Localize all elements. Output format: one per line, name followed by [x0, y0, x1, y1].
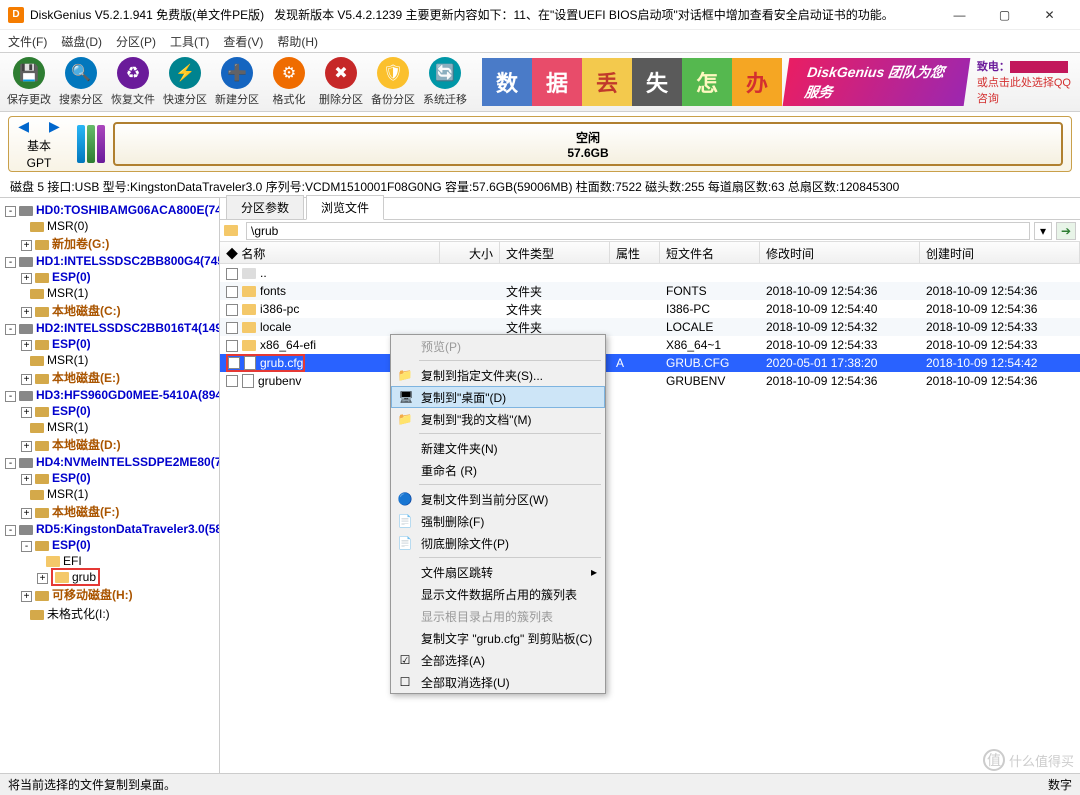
tree-grub-highlight[interactable]: grub	[51, 568, 100, 586]
disk-scheme-label: GPT	[27, 156, 52, 170]
path-input[interactable]	[246, 222, 1030, 240]
status-right: 数字	[1048, 776, 1072, 793]
file-row[interactable]: ..	[220, 264, 1080, 282]
close-button[interactable]: ✕	[1027, 0, 1072, 30]
tb-quick-partition[interactable]: ⚡快速分区	[160, 54, 210, 110]
right-panel: 分区参数 浏览文件 ▾ ➔ ◆ 名称 大小 文件类型 属性 短文件名 修改时间 …	[220, 198, 1080, 773]
device-tree[interactable]: -HD0:TOSHIBAMG06ACA800E(7452GB) MSR(0) +…	[0, 198, 220, 773]
path-bar: ▾ ➔	[220, 220, 1080, 242]
context-item[interactable]: 📁复制到指定文件夹(S)...	[391, 364, 605, 386]
context-item[interactable]: 📁复制到"我的文档"(M)	[391, 408, 605, 430]
context-item[interactable]: 📄强制删除(F)	[391, 510, 605, 532]
banner-contact[interactable]: 致电：000 或点击此处选择QQ咨询	[977, 58, 1076, 106]
context-item[interactable]: 📄彻底删除文件(P)	[391, 532, 605, 554]
menu-disk[interactable]: 磁盘(D)	[61, 33, 102, 50]
partition-leds[interactable]	[77, 122, 105, 166]
file-row[interactable]: locale文件夹LOCALE2018-10-09 12:54:322018-1…	[220, 318, 1080, 336]
window-title: DiskGenius V5.2.1.941 免费版(单文件PE版) 发现新版本 …	[30, 6, 937, 23]
prev-disk-icon[interactable]: ◀	[18, 118, 29, 135]
context-item[interactable]: 🖥复制到"桌面"(D)	[391, 386, 605, 408]
status-text: 将当前选择的文件复制到桌面。	[8, 776, 176, 793]
context-item[interactable]: 重命名 (R)	[391, 459, 605, 481]
menu-help[interactable]: 帮助(H)	[277, 33, 318, 50]
toolbar: 💾保存更改 🔍搜索分区 ♻恢复文件 ⚡快速分区 ➕新建分区 ⚙格式化 ✖删除分区…	[0, 52, 1080, 112]
tb-new-partition[interactable]: ➕新建分区	[212, 54, 262, 110]
menu-tools[interactable]: 工具(T)	[170, 33, 209, 50]
disk-info-line: 磁盘 5 接口:USB 型号:KingstonDataTraveler3.0 序…	[0, 176, 1080, 197]
context-item[interactable]: 显示文件数据所占用的簇列表	[391, 583, 605, 605]
banner-slogan: DiskGenius 团队为您服务	[783, 58, 971, 106]
context-item[interactable]: 新建文件夹(N)	[391, 437, 605, 459]
tb-save[interactable]: 💾保存更改	[4, 54, 54, 110]
menu-file[interactable]: 文件(F)	[8, 33, 47, 50]
minimize-button[interactable]: ―	[937, 0, 982, 30]
folder-icon	[224, 225, 238, 236]
app-icon: D	[8, 7, 24, 23]
context-menu[interactable]: 预览(P) 📁复制到指定文件夹(S)...🖥复制到"桌面"(D)📁复制到"我的文档…	[390, 334, 606, 694]
menu-partition[interactable]: 分区(P)	[116, 33, 156, 50]
path-dropdown-icon[interactable]: ▾	[1034, 222, 1052, 240]
file-row[interactable]: grubenvGRUBENV2018-10-09 12:54:362018-10…	[220, 372, 1080, 390]
context-item: 显示根目录占用的簇列表	[391, 605, 605, 627]
status-bar: 将当前选择的文件复制到桌面。 数字	[0, 773, 1080, 795]
tab-browse-files[interactable]: 浏览文件	[306, 195, 384, 220]
tb-recover[interactable]: ♻恢复文件	[108, 54, 158, 110]
context-item[interactable]: ☐全部取消选择(U)	[391, 671, 605, 693]
context-item[interactable]: ☑全部选择(A)	[391, 649, 605, 671]
file-row[interactable]: x86_64-efi文件夹X86_64~12018-10-09 12:54:33…	[220, 336, 1080, 354]
file-list[interactable]: ..fonts文件夹FONTS2018-10-09 12:54:362018-1…	[220, 264, 1080, 773]
context-item[interactable]: 文件扇区跳转▸	[391, 561, 605, 583]
disk-type-label: 基本	[27, 137, 51, 154]
context-item[interactable]: 复制文字 "grub.cfg" 到剪贴板(C)	[391, 627, 605, 649]
menubar: 文件(F) 磁盘(D) 分区(P) 工具(T) 查看(V) 帮助(H)	[0, 30, 1080, 52]
file-columns-header[interactable]: ◆ 名称 大小 文件类型 属性 短文件名 修改时间 创建时间	[220, 242, 1080, 264]
tb-search-partition[interactable]: 🔍搜索分区	[56, 54, 106, 110]
tabs: 分区参数 浏览文件	[220, 198, 1080, 220]
tb-delete-partition[interactable]: ✖删除分区	[316, 54, 366, 110]
free-space-area[interactable]: 空闲 57.6GB	[113, 122, 1063, 166]
file-row[interactable]: fonts文件夹FONTS2018-10-09 12:54:362018-10-…	[220, 282, 1080, 300]
titlebar: D DiskGenius V5.2.1.941 免费版(单文件PE版) 发现新版…	[0, 0, 1080, 30]
context-item: 预览(P)	[391, 335, 605, 357]
tb-backup-partition[interactable]: 🛡备份分区	[368, 54, 418, 110]
menu-view[interactable]: 查看(V)	[223, 33, 263, 50]
tb-system-migrate[interactable]: 🔄系统迁移	[420, 54, 470, 110]
context-item[interactable]: 🔵复制文件到当前分区(W)	[391, 488, 605, 510]
file-row[interactable]: grub.cfg4.6KB.cfg 文件AGRUB.CFG2020-05-01 …	[220, 354, 1080, 372]
maximize-button[interactable]: ▢	[982, 0, 1027, 30]
file-row[interactable]: i386-pc文件夹I386-PC2018-10-09 12:54:402018…	[220, 300, 1080, 318]
banner: 数据丢失怎办 DiskGenius 团队为您服务 致电：000 或点击此处选择Q…	[482, 56, 1076, 108]
tb-format[interactable]: ⚙格式化	[264, 54, 314, 110]
path-go-button[interactable]: ➔	[1056, 222, 1076, 240]
tab-partition-params[interactable]: 分区参数	[226, 195, 304, 219]
disk-layout-bar: ◀ ▶ 基本 GPT 空闲 57.6GB	[8, 116, 1072, 172]
next-disk-icon[interactable]: ▶	[49, 118, 60, 135]
